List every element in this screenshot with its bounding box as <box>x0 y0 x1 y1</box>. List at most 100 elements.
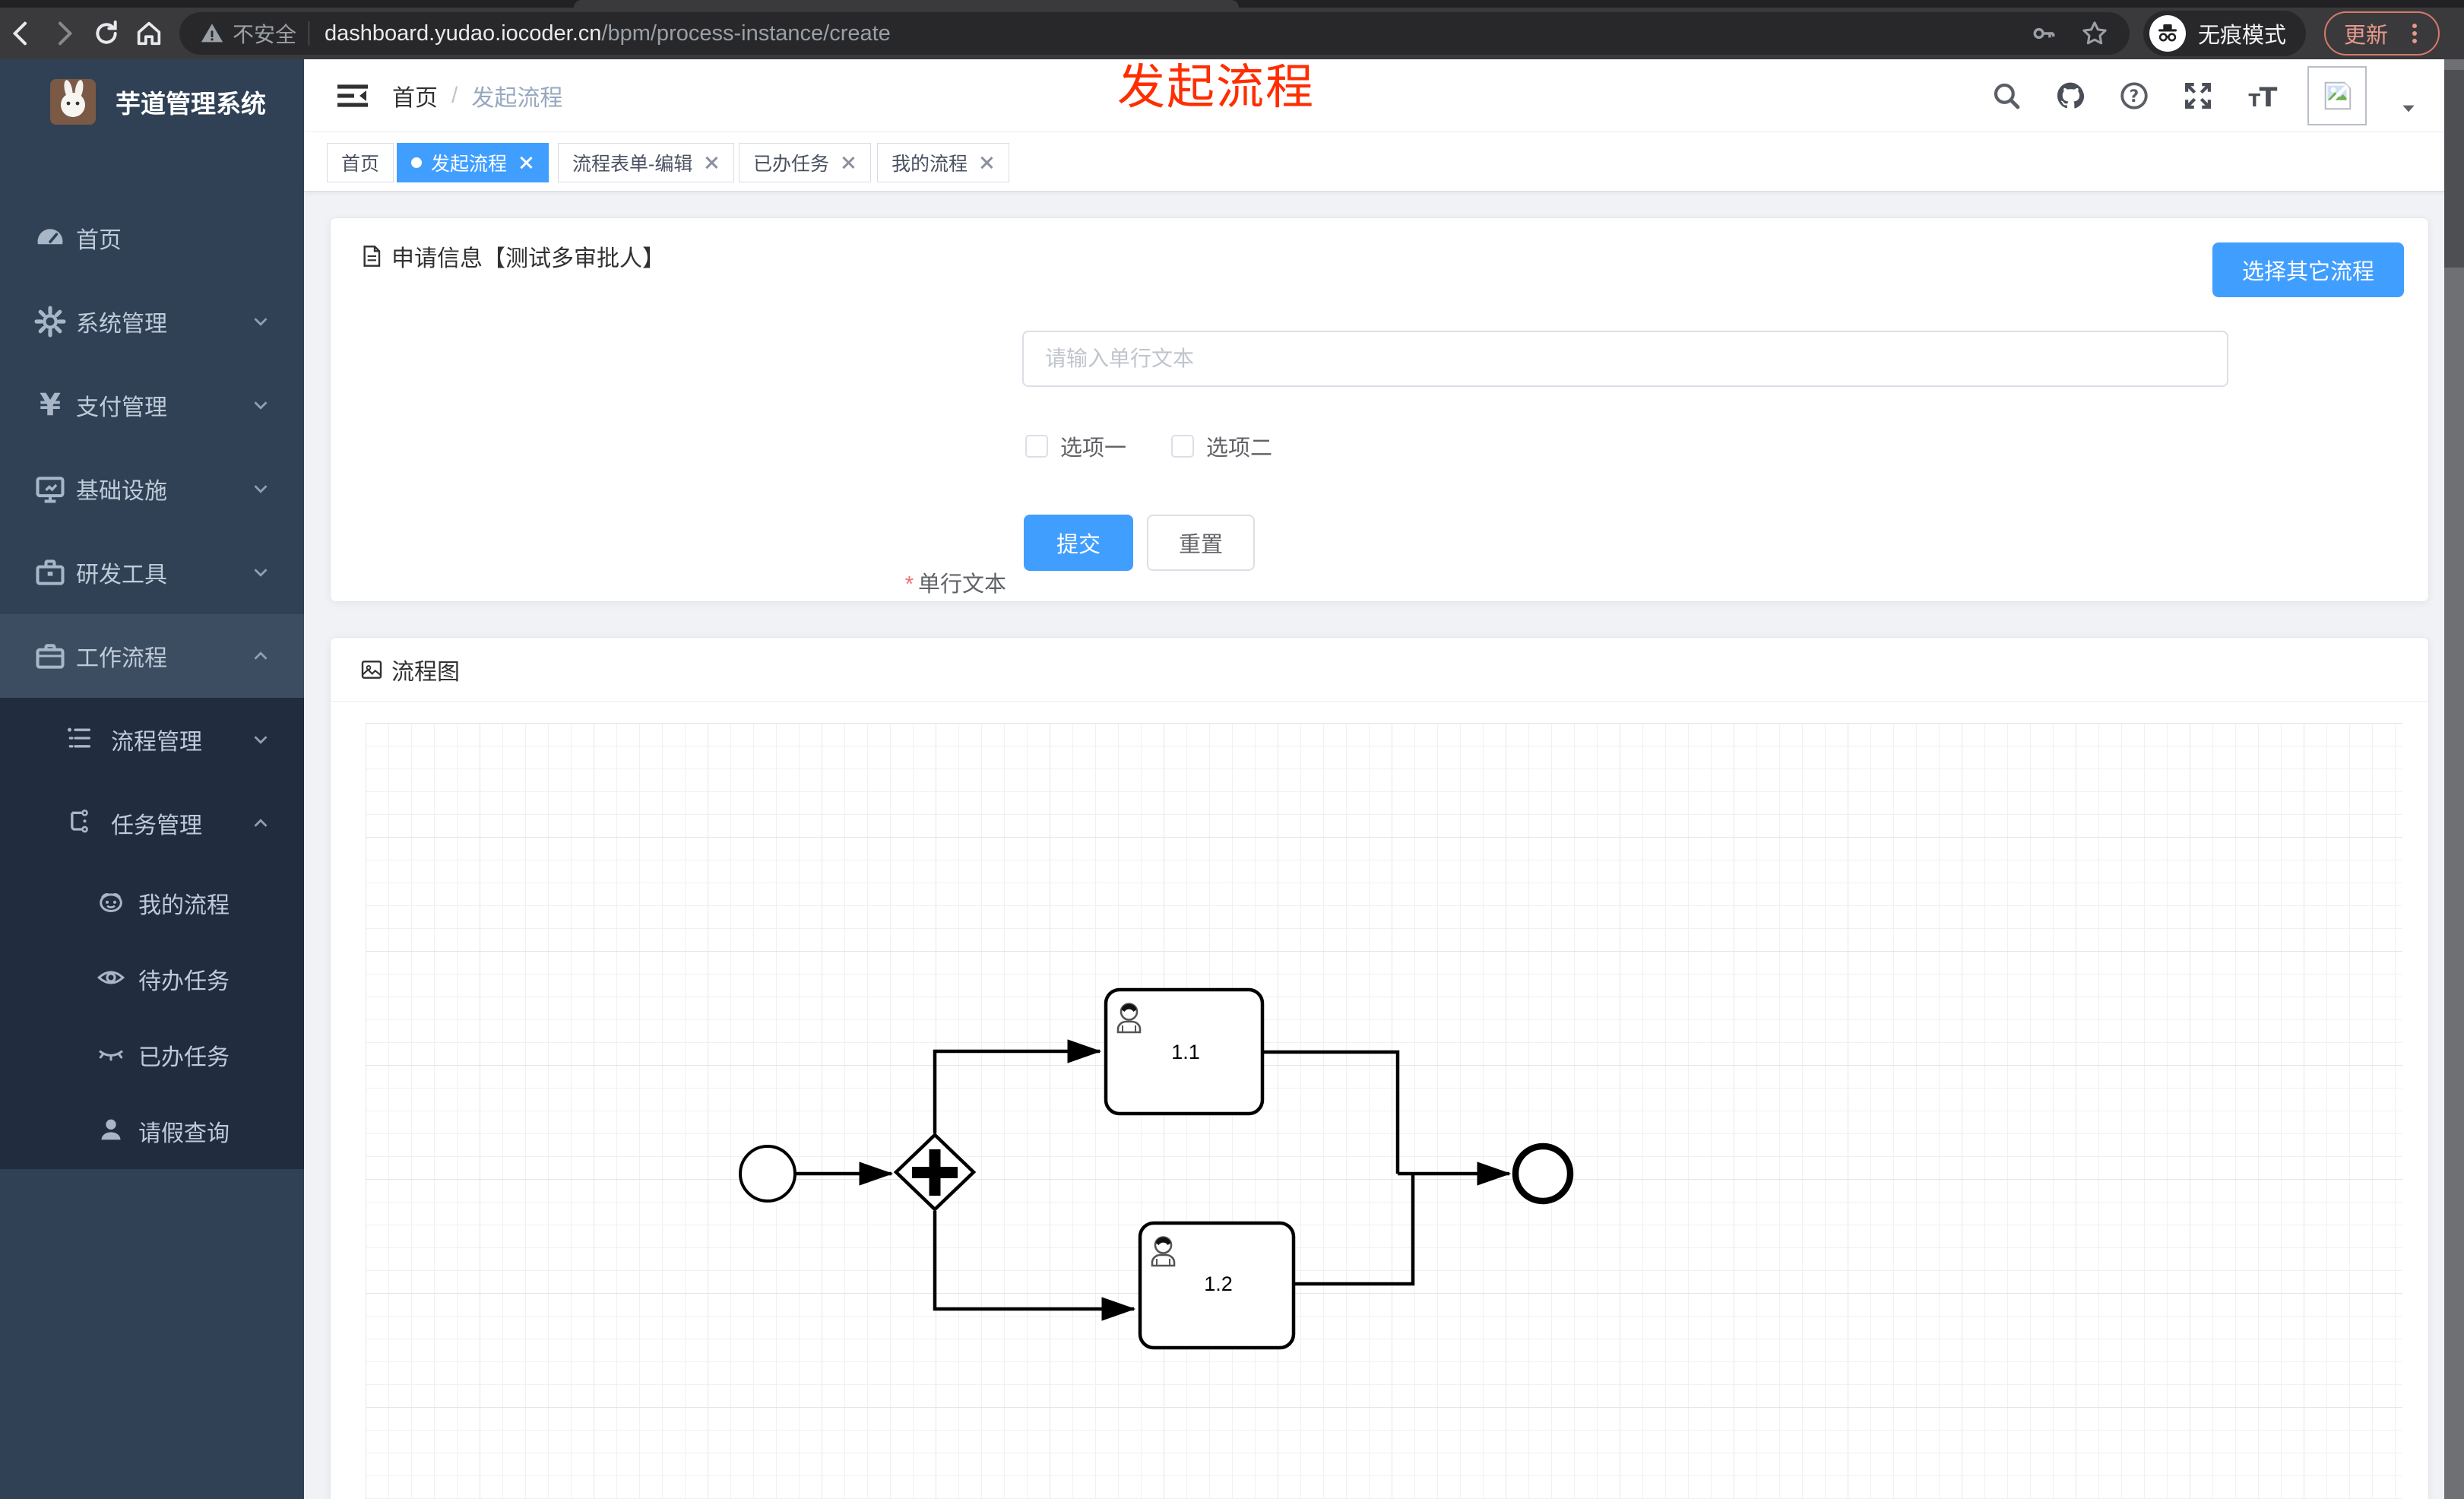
sidebar-item-leave-query[interactable]: 请假查询 <box>0 1093 304 1169</box>
sidebar-item-workflow[interactable]: 工作流程 <box>0 614 304 698</box>
incognito-badge: 无痕模式 <box>2143 11 2307 56</box>
tag-done-tasks[interactable]: 已办任务 <box>739 143 872 182</box>
toolbox-icon <box>33 556 67 589</box>
reset-button[interactable]: 重置 <box>1147 515 1255 571</box>
sidebar-item-devtools[interactable]: 研发工具 <box>0 531 304 614</box>
annotation-title: 发起流程 <box>1117 61 1315 114</box>
tree-icon <box>64 723 97 756</box>
checkbox-icon[interactable] <box>1171 435 1194 458</box>
parallel-gateway[interactable] <box>893 1132 977 1212</box>
chevron-up-icon <box>249 645 272 667</box>
picture-icon <box>361 660 382 679</box>
task-label: 1.1 <box>1171 1041 1200 1063</box>
task-label: 1.2 <box>1204 1272 1233 1295</box>
required-asterisk: * <box>904 572 914 597</box>
close-icon[interactable] <box>978 154 995 171</box>
app-title: 芋道管理系统 <box>116 90 266 118</box>
sidebar-item-payment[interactable]: ¥ 支付管理 <box>0 363 304 447</box>
search-icon[interactable] <box>1988 78 2025 114</box>
flow-task2-out <box>1294 1175 1415 1286</box>
sidebar-item-infra[interactable]: 基础设施 <box>0 447 304 531</box>
browser-active-tab[interactable] <box>574 0 1239 8</box>
scrollbar-thumb[interactable] <box>2444 70 2464 268</box>
sidebar-item-done-tasks[interactable]: 已办任务 <box>0 1017 304 1093</box>
app-logo <box>50 79 96 125</box>
help-icon[interactable]: ? <box>2116 78 2152 114</box>
user-task-1-1[interactable]: 1.1 <box>1104 987 1265 1116</box>
avatar[interactable] <box>2307 66 2367 125</box>
user-task-1-2[interactable]: 1.2 <box>1138 1221 1296 1350</box>
menu-dots-icon[interactable] <box>2402 21 2428 46</box>
security-label[interactable]: 不安全 <box>233 18 296 49</box>
single-text-input[interactable] <box>1022 331 2228 387</box>
app-logo-row[interactable]: 芋道管理系统 <box>0 59 304 144</box>
user-menu-caret-icon[interactable] <box>2399 99 2418 119</box>
active-dot <box>411 157 422 168</box>
sidebar-collapse-icon[interactable] <box>331 76 374 116</box>
start-event[interactable] <box>739 1145 797 1203</box>
apply-card-title: 申请信息【测试多审批人】 <box>391 246 665 271</box>
bookmark-star-icon[interactable] <box>2079 18 2110 49</box>
font-size-icon[interactable]: TT <box>2244 78 2280 114</box>
sidebar-item-system[interactable]: 系统管理 <box>0 280 304 363</box>
breadcrumb-separator: / <box>451 83 458 108</box>
flow-task1-out <box>1262 1050 1400 1174</box>
chevron-down-icon <box>249 477 272 500</box>
checkbox-option-1[interactable]: 选项一 <box>1025 423 1126 469</box>
chevron-down-icon <box>249 728 272 751</box>
chevron-down-icon <box>249 561 272 584</box>
reload-icon[interactable] <box>85 12 128 55</box>
svg-text:T: T <box>2260 83 2278 112</box>
briefcase-icon <box>33 639 67 673</box>
github-icon[interactable] <box>2052 78 2089 114</box>
monitor-icon <box>33 472 67 505</box>
select-other-process-button[interactable]: 选择其它流程 <box>2212 242 2404 297</box>
flow-icon <box>64 807 97 840</box>
forward-icon[interactable] <box>43 12 85 55</box>
close-icon[interactable] <box>518 154 534 171</box>
back-icon[interactable] <box>0 12 43 55</box>
apply-info-card: 申请信息【测试多审批人】 选择其它流程 *单行文本 *多选框组 选项一 选项二 … <box>330 217 2429 684</box>
sidebar-item-my-process[interactable]: 我的流程 <box>0 865 304 941</box>
end-event[interactable] <box>1512 1142 1574 1205</box>
sidebar-item-process-mgmt[interactable]: 流程管理 <box>0 698 304 781</box>
key-icon[interactable] <box>2029 19 2058 48</box>
warning-icon <box>201 24 223 43</box>
svg-text:?: ? <box>2130 87 2139 106</box>
tag-form-edit[interactable]: 流程表单-编辑 <box>558 143 735 182</box>
yen-icon: ¥ <box>33 387 67 423</box>
close-icon[interactable] <box>840 154 857 171</box>
page-scrollbar[interactable] <box>2444 59 2464 1499</box>
checkbox-icon[interactable] <box>1025 435 1048 458</box>
fullscreen-icon[interactable] <box>2180 78 2216 114</box>
bpmn-canvas[interactable]: 1.1 1.2 <box>366 723 2402 1499</box>
sidebar-item-todo-tasks[interactable]: 待办任务 <box>0 941 304 1017</box>
incognito-icon <box>2149 15 2186 52</box>
diagram-card-title: 流程图 <box>391 659 460 685</box>
dashboard-icon <box>33 221 67 255</box>
page-url[interactable]: dashboard.yudao.iocoder.cn/bpm/process-i… <box>325 21 891 46</box>
flow-gateway-to-task1 <box>933 1039 1102 1133</box>
sidebar-item-home[interactable]: 首页 <box>0 196 304 280</box>
close-icon[interactable] <box>703 154 720 171</box>
user-icon <box>96 1114 129 1148</box>
robot-icon <box>96 886 129 920</box>
update-button[interactable]: 更新 <box>2324 11 2440 55</box>
chevron-down-icon <box>249 394 272 417</box>
submit-button[interactable]: 提交 <box>1024 515 1133 571</box>
tag-my-process[interactable]: 我的流程 <box>877 143 1010 182</box>
eye-closed-icon <box>96 1038 129 1072</box>
tag-create-process[interactable]: 发起流程 <box>397 143 549 182</box>
flow-gateway-to-task2 <box>933 1211 1136 1321</box>
tag-home[interactable]: 首页 <box>327 143 394 182</box>
sidebar-item-task-mgmt[interactable]: 任务管理 <box>0 781 304 865</box>
checkbox-option-2[interactable]: 选项二 <box>1171 423 1272 469</box>
home-icon[interactable] <box>128 12 170 55</box>
eye-icon <box>96 962 129 996</box>
tags-view-bar: 首页 发起流程 流程表单-编辑 已办任务 我的流程 <box>304 132 2464 192</box>
process-diagram-card: 流程图 1.1 1.2 <box>330 637 2429 1499</box>
document-icon <box>363 246 381 267</box>
chevron-up-icon <box>249 812 272 835</box>
breadcrumb-home[interactable]: 首页 <box>392 79 438 113</box>
bpmn-diagram: 1.1 1.2 <box>739 987 1574 1350</box>
